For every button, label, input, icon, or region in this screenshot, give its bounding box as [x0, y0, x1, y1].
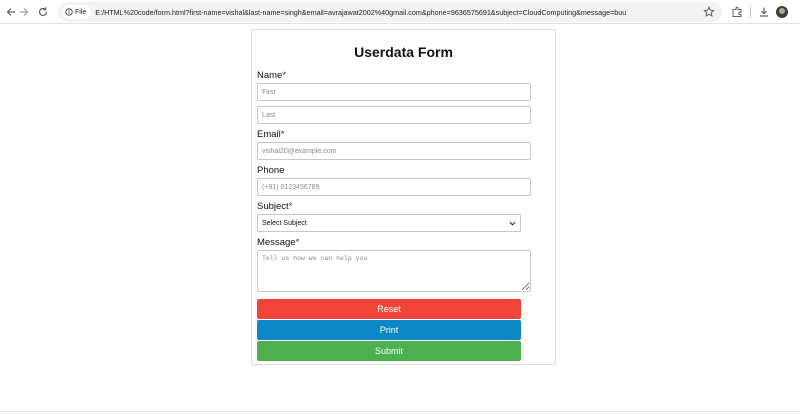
- address-bar[interactable]: File E:/HTML%20code/form.html?first-name…: [58, 2, 722, 22]
- name-label: Name*: [257, 70, 287, 81]
- download-icon[interactable]: [755, 3, 773, 21]
- message-textarea[interactable]: [257, 250, 531, 292]
- browser-toolbar: File E:/HTML%20code/form.html?first-name…: [0, 0, 800, 24]
- required-mark: *: [280, 129, 285, 140]
- phone-input[interactable]: [257, 178, 531, 196]
- submit-button[interactable]: Submit: [257, 341, 521, 361]
- profile-button[interactable]: [773, 3, 791, 21]
- site-info-chip[interactable]: File: [62, 5, 92, 19]
- forward-arrow-icon[interactable]: [15, 3, 33, 21]
- file-chip-label: File: [75, 8, 87, 16]
- page-bottom-divider: [0, 411, 800, 412]
- form-title: Userdata Form: [354, 44, 453, 60]
- subject-select[interactable]: Select Subject: [257, 214, 521, 232]
- required-mark: *: [295, 237, 300, 248]
- last-name-input[interactable]: [257, 106, 531, 124]
- first-name-input[interactable]: [257, 83, 531, 101]
- toolbar-divider: [750, 6, 751, 18]
- reset-button[interactable]: Reset: [257, 299, 521, 319]
- subject-label: Subject*: [257, 201, 293, 212]
- required-mark: *: [282, 70, 287, 81]
- url-text: E:/HTML%20code/form.html?first-name=vish…: [95, 7, 627, 17]
- email-input[interactable]: [257, 142, 531, 160]
- print-button[interactable]: Print: [257, 320, 521, 340]
- userdata-form: Userdata Form Name* Email* Phone Subject…: [251, 29, 556, 365]
- chevron-down-icon: [509, 221, 516, 226]
- reload-icon[interactable]: [34, 3, 52, 21]
- avatar: [776, 6, 788, 18]
- required-mark: *: [288, 201, 293, 212]
- star-icon[interactable]: [700, 3, 718, 21]
- email-label: Email*: [257, 129, 285, 140]
- phone-label: Phone: [257, 165, 285, 176]
- info-icon: [65, 8, 73, 16]
- subject-selected-value: Select Subject: [262, 219, 307, 227]
- message-label: Message*: [257, 237, 300, 248]
- extensions-icon[interactable]: [728, 3, 746, 21]
